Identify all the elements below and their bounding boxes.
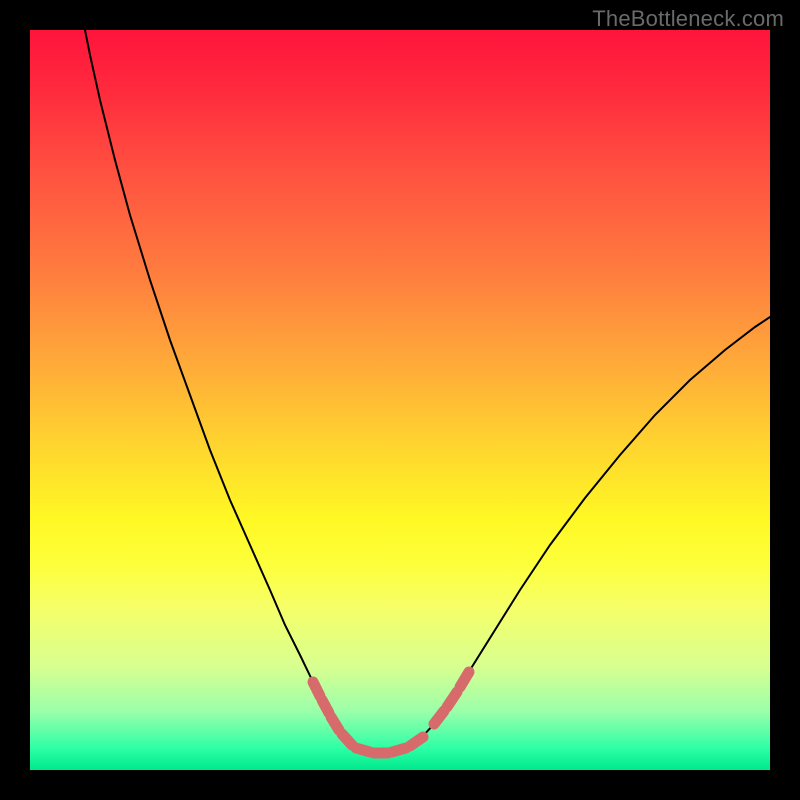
highlight-segment [356,748,370,752]
highlight-segment [447,692,457,707]
bottleneck-curve [85,30,770,753]
highlight-segment [460,672,469,687]
highlight-segment [342,734,352,745]
highlighted-segments [313,672,469,753]
highlight-segment [331,717,339,730]
highlight-segment [410,737,423,746]
chart-plot-area [30,30,770,770]
highlight-segment [313,682,320,696]
outer-frame: TheBottleneck.com [0,0,800,800]
watermark-text: TheBottleneck.com [592,6,784,32]
highlight-segment [434,711,444,724]
highlight-segment [322,700,329,713]
highlight-segment [392,748,406,752]
chart-overlay-svg [30,30,770,770]
